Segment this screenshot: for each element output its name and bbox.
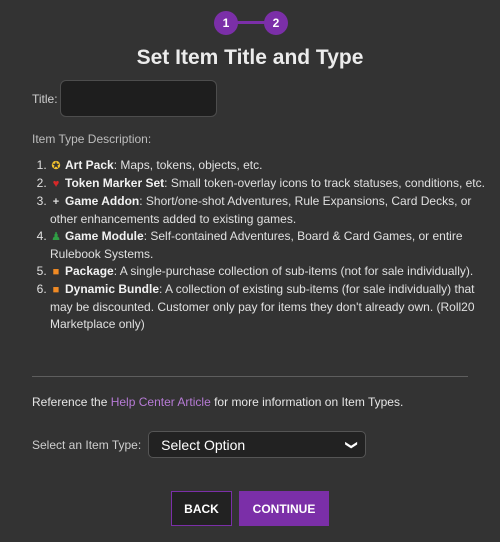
plus-icon: + (52, 196, 60, 208)
page-title: Set Item Title and Type (136, 46, 364, 69)
reference-suffix: for more information on Item Types. (210, 395, 404, 409)
item-type-package: ■ Package: A single-purchase collection o… (50, 263, 490, 281)
item-type-name: Dynamic Bundle (65, 282, 160, 296)
character-icon: ♟ (51, 231, 61, 243)
heart-icon: ♥ (52, 178, 60, 190)
reference-prefix: Reference the (32, 395, 111, 409)
item-type-select-row: Select an Item Type: Select Option ❯ (32, 431, 367, 458)
gift-icon: ■ (52, 266, 60, 278)
item-type-select[interactable]: Select Option ❯ (148, 431, 367, 458)
item-type-description: : Small token-overlay icons to track sta… (164, 176, 485, 190)
item-type-art-pack: ✪ Art Pack: Maps, tokens, objects, etc. (50, 157, 490, 175)
stepper: 1 2 (0, 10, 500, 36)
item-type-select-label: Select an Item Type: (32, 437, 142, 452)
step-2-indicator: 2 (264, 11, 288, 35)
gift-icon: ■ (52, 284, 60, 296)
title-input[interactable] (59, 80, 217, 117)
reference-text: Reference the Help Center Article for mo… (32, 395, 403, 409)
art-pack-icon: ✪ (51, 160, 61, 172)
title-row: Title: (32, 80, 217, 117)
item-type-name: Token Marker Set (65, 176, 165, 190)
item-type-name: Art Pack (65, 158, 114, 172)
back-button[interactable]: BACK (171, 491, 232, 526)
item-type-name: Game Addon (65, 194, 140, 208)
title-label: Title: (32, 91, 58, 106)
item-type-dynamic-bundle: ■Dynamic Bundle: A collection of existin… (50, 281, 490, 333)
item-type-game-addon: +Game Addon: Short/one-shot Adventures, … (50, 193, 490, 228)
step-1-indicator: 1 (214, 11, 238, 35)
item-type-name: Package (65, 264, 114, 278)
item-type-description-label: Item Type Description: (32, 132, 152, 146)
item-type-name: Game Module (65, 229, 144, 243)
item-type-description: : Maps, tokens, objects, etc. (113, 158, 263, 172)
item-type-game-module: ♟Game Module: Self-contained Adventures,… (50, 228, 490, 263)
item-type-token-marker-set: ♥ Token Marker Set: Small token-overlay i… (50, 175, 490, 193)
chevron-down-icon: ❯ (345, 439, 360, 450)
item-type-select-value: Select Option (161, 436, 246, 453)
divider (32, 376, 468, 377)
item-type-list: ✪ Art Pack: Maps, tokens, objects, etc. ♥… (32, 157, 490, 333)
item-type-description: : A single-purchase collection of sub-it… (113, 264, 474, 278)
help-center-link[interactable]: Help Center Article (111, 395, 211, 409)
continue-button[interactable]: CONTINUE (239, 491, 329, 526)
